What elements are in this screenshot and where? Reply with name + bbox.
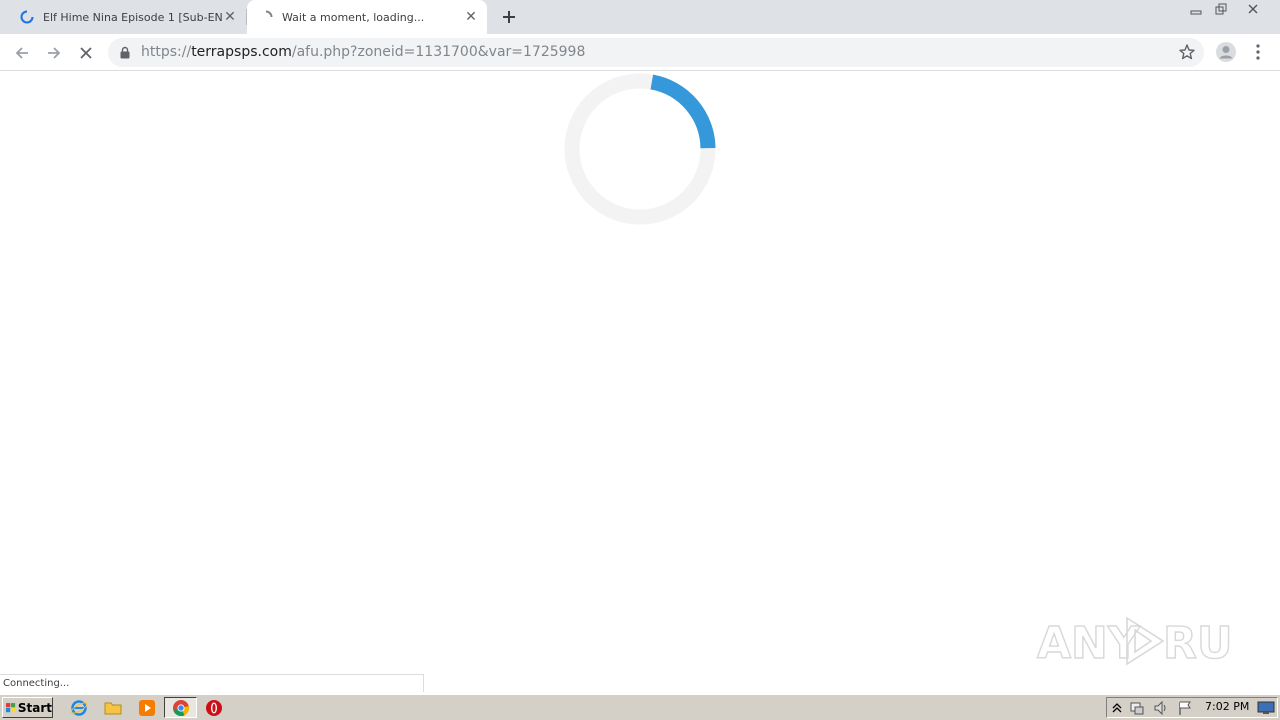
arrow-right-icon [48, 47, 61, 59]
internet-explorer-icon[interactable] [70, 699, 88, 717]
url-host: terrapsps.com [191, 44, 292, 60]
tab-title: Wait a moment, loading... [282, 10, 425, 24]
arrow-left-icon [15, 47, 28, 59]
svg-text:ANY: ANY [1037, 618, 1141, 669]
tab-wait-a-moment[interactable]: Wait a moment, loading... ✕ [247, 0, 487, 34]
minimize-icon [1190, 10, 1202, 15]
restore-icon [1215, 3, 1227, 15]
taskbar-clock[interactable]: 7:02 PM [1205, 695, 1249, 719]
opera-icon[interactable] [205, 699, 223, 717]
lock-icon[interactable] [119, 46, 131, 59]
flag-icon[interactable] [1177, 700, 1193, 716]
restore-button[interactable] [1209, 0, 1233, 18]
chevron-up-icon[interactable] [1111, 701, 1123, 715]
tab-elf-hime-nina[interactable]: Elf Hime Nina Episode 1 [Sub-ENG] ✕ [8, 0, 246, 34]
star-icon[interactable] [1178, 43, 1196, 61]
close-icon [80, 47, 92, 59]
volume-icon[interactable] [1153, 700, 1169, 716]
kebab-menu-icon[interactable] [1250, 41, 1266, 63]
svg-text:RUN: RUN [1163, 618, 1235, 669]
minimize-button[interactable] [1184, 0, 1208, 18]
loading-spinner-icon [265, 10, 273, 18]
close-window-button[interactable] [1238, 0, 1268, 18]
tab-strip: Elf Hime Nina Episode 1 [Sub-ENG] ✕ Wait… [0, 0, 1280, 34]
back-button[interactable] [10, 41, 34, 65]
network-icon[interactable] [1129, 700, 1145, 716]
taskbar: Start 7:02 PM [0, 694, 1280, 720]
account-icon[interactable] [1215, 41, 1237, 63]
page-content: Connecting... ANY RUN [0, 72, 1280, 692]
system-tray [1106, 697, 1278, 718]
close-icon [1248, 4, 1258, 14]
status-bubble: Connecting... [0, 674, 424, 692]
anyrun-watermark-logo: ANY RUN [1036, 616, 1235, 670]
loading-spinner-icon [20, 10, 34, 24]
url-path: /afu.php?zoneid=1131700&var=1725998 [291, 44, 586, 60]
url-protocol: https:// [141, 44, 192, 60]
media-player-icon[interactable] [138, 699, 156, 717]
tab-close-icon[interactable]: ✕ [463, 9, 479, 25]
address-bar[interactable]: https://terrapsps.com/afu.php?zoneid=113… [108, 38, 1204, 67]
new-tab-button[interactable] [498, 6, 520, 28]
tab-close-icon[interactable]: ✕ [222, 9, 238, 25]
stop-button[interactable] [74, 41, 98, 65]
monitor-icon[interactable] [1257, 701, 1275, 715]
loading-spinner [564, 73, 716, 225]
folder-icon[interactable] [104, 699, 122, 717]
start-button[interactable]: Start [2, 697, 53, 718]
url-text[interactable]: https://terrapsps.com/afu.php?zoneid=113… [141, 38, 585, 67]
windows-logo-icon [6, 702, 16, 712]
chrome-icon[interactable] [172, 699, 190, 717]
start-label: Start [17, 700, 52, 715]
tab-title: Elf Hime Nina Episode 1 [Sub-ENG] [43, 10, 222, 24]
plus-icon [503, 11, 515, 23]
forward-button[interactable] [42, 41, 66, 65]
browser-toolbar: https://terrapsps.com/afu.php?zoneid=113… [0, 34, 1280, 71]
